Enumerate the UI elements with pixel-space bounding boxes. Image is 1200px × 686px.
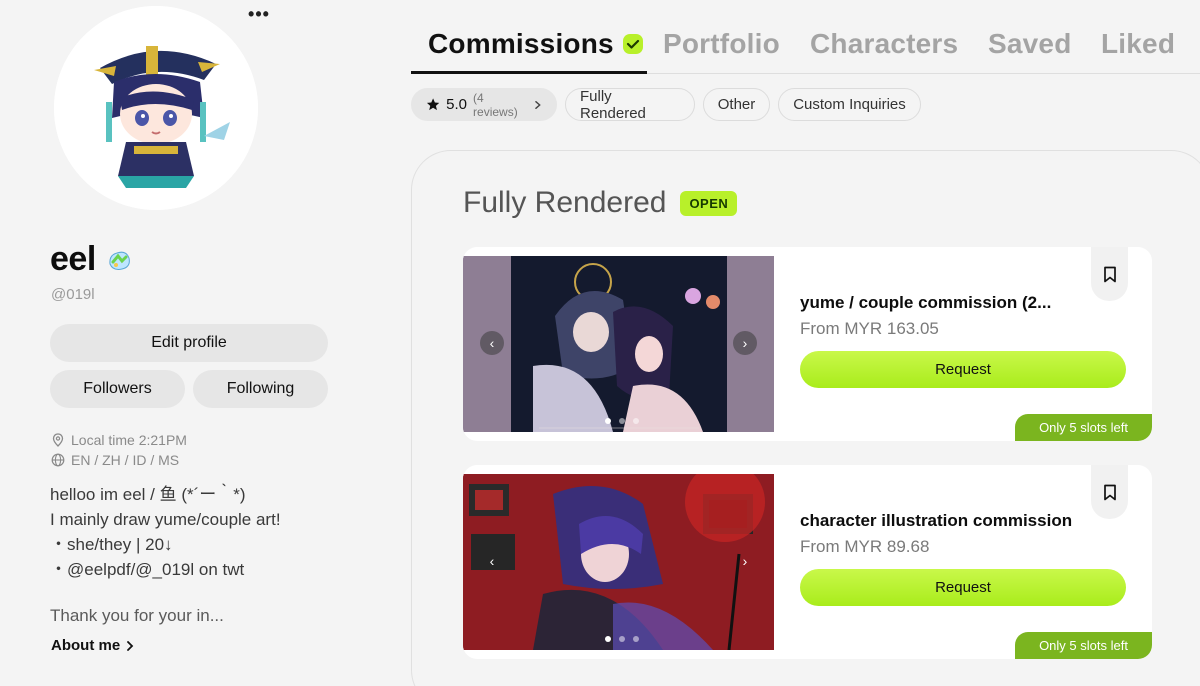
avatar[interactable] (54, 6, 258, 210)
tab-bar: Commissions Portfolio Characters Saved L… (411, 0, 1200, 74)
commission-price: From MYR 89.68 (800, 537, 930, 556)
request-button[interactable]: Request (800, 351, 1126, 388)
carousel-dots (605, 636, 639, 642)
display-name: eel (50, 240, 96, 278)
tab-portfolio[interactable]: Portfolio (663, 28, 780, 60)
chevron-right-icon (127, 640, 134, 651)
carousel-dot[interactable] (605, 418, 611, 424)
commission-title[interactable]: character illustration commission (800, 511, 1072, 531)
slots-left-badge: Only 5 slots left (1015, 632, 1152, 659)
tab-label: Commissions (428, 28, 614, 59)
commission-artwork (463, 474, 774, 650)
local-time-text: Local time 2:21PM (71, 432, 187, 448)
check-icon (622, 34, 643, 54)
following-button[interactable]: Following (193, 370, 328, 408)
bio-line: ・@eelpdf/@_019l on twt (50, 560, 245, 579)
about-me-link[interactable]: About me (51, 637, 134, 654)
bio-teaser: Thank you for your in... (50, 606, 224, 625)
carousel-next-button[interactable]: › (733, 331, 757, 355)
carousel-dot[interactable] (633, 418, 639, 424)
section-title: Fully Rendered (463, 186, 667, 219)
tab-saved[interactable]: Saved (988, 28, 1072, 60)
local-time-row: Local time 2:21PM (51, 432, 187, 448)
bio: helloo im eel / 鱼 (*´ー｀*) I mainly draw … (50, 482, 350, 582)
carousel-dot[interactable] (619, 636, 625, 642)
carousel-dots (605, 418, 639, 424)
bio-line: helloo im eel / 鱼 (*´ー｀*) (50, 485, 246, 504)
display-name-row: eel (50, 240, 132, 279)
globe-icon (51, 453, 65, 467)
languages-row: EN / ZH / ID / MS (51, 452, 179, 468)
badge-icon (109, 251, 130, 270)
commission-title[interactable]: yume / couple commission (2... (800, 293, 1051, 313)
tab-characters[interactable]: Characters (810, 28, 958, 60)
carousel-dot[interactable] (605, 636, 611, 642)
carousel-prev-button[interactable]: ‹ (480, 331, 504, 355)
languages-text: EN / ZH / ID / MS (71, 452, 180, 468)
commission-card[interactable]: ‹ › character illustration commission Fr… (463, 465, 1152, 659)
commission-image-carousel[interactable]: ‹ › (463, 474, 774, 650)
request-button[interactable]: Request (800, 569, 1126, 606)
carousel-next-button[interactable]: › (733, 549, 757, 573)
commission-artwork (463, 256, 774, 432)
avatar-chibi-illustration (54, 6, 258, 210)
more-options-icon[interactable]: ••• (246, 2, 272, 26)
chip-custom-inquiries[interactable]: Custom Inquiries (778, 88, 921, 121)
location-icon (52, 433, 64, 447)
bio-line: I mainly draw yume/couple art! (50, 510, 281, 529)
carousel-dot[interactable] (619, 418, 625, 424)
edit-profile-button[interactable]: Edit profile (50, 324, 328, 362)
followers-button[interactable]: Followers (50, 370, 185, 408)
status-badge: OPEN (680, 190, 738, 216)
slots-left-badge: Only 5 slots left (1015, 414, 1152, 441)
about-me-label: About me (51, 637, 121, 654)
rating-chip[interactable]: 5.0 (4 reviews) (411, 88, 557, 121)
bookmark-icon (1103, 266, 1116, 282)
carousel-prev-button[interactable]: ‹ (480, 549, 504, 573)
chip-fully-rendered[interactable]: Fully Rendered (565, 88, 695, 122)
commission-price: From MYR 163.05 (800, 319, 939, 338)
carousel-dot[interactable] (633, 636, 639, 642)
commission-card[interactable]: ‹ › yume / couple commission (2... From … (463, 247, 1152, 441)
rating-score: 5.0 (446, 96, 468, 113)
active-tab-indicator (411, 71, 647, 74)
chip-other[interactable]: Other (703, 88, 770, 121)
bookmark-button[interactable] (1091, 465, 1128, 519)
tab-commissions[interactable]: Commissions (428, 28, 644, 60)
commission-image-carousel[interactable]: ‹ › (463, 256, 774, 432)
bookmark-icon (1103, 484, 1116, 500)
bookmark-button[interactable] (1091, 247, 1128, 301)
star-icon (426, 98, 440, 111)
bio-line: ・she/they | 20↓ (50, 535, 173, 554)
rating-reviews: (4 reviews) (473, 90, 518, 119)
user-handle: @019l (51, 286, 95, 303)
section-header: Fully Rendered OPEN (463, 186, 738, 220)
tab-liked[interactable]: Liked (1101, 28, 1175, 60)
chevron-right-icon (535, 100, 542, 109)
